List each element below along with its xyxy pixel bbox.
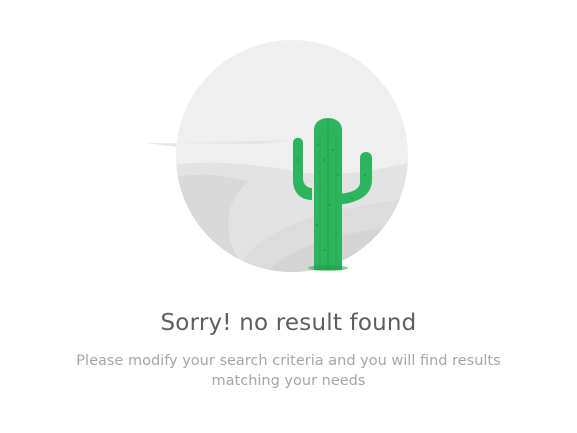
empty-state-title: Sorry! no result found — [160, 310, 417, 336]
desert-cactus-icon — [146, 40, 408, 272]
empty-state-message: Please modify your search criteria and y… — [76, 353, 501, 389]
empty-state-page: Sorry! no result found Please modify you… — [0, 0, 577, 433]
